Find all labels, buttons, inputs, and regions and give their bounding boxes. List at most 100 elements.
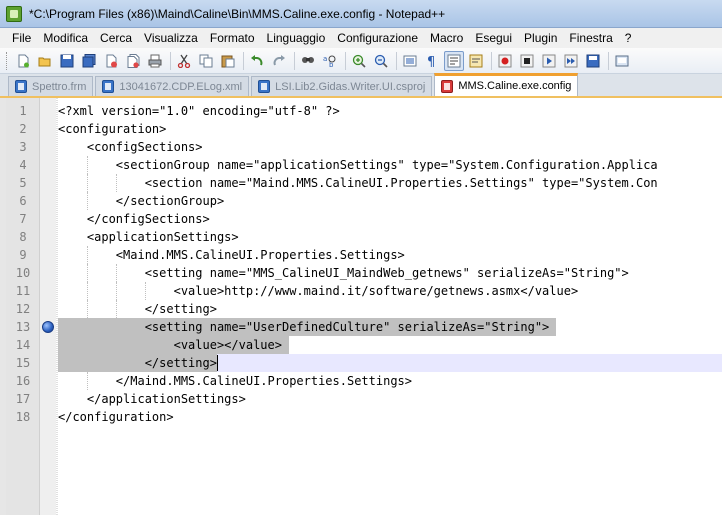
cut-icon[interactable]	[174, 51, 194, 71]
code-line[interactable]: </configuration>	[58, 408, 174, 426]
line-number: 16	[6, 372, 40, 390]
code-line[interactable]: </configSections>	[58, 210, 210, 228]
run-macro-multiple-icon[interactable]	[561, 51, 581, 71]
toolbar-grip[interactable]	[6, 51, 9, 70]
code-line[interactable]: <applicationSettings>	[58, 228, 239, 246]
code-line[interactable]: </applicationSettings>	[58, 390, 246, 408]
line-number: 4	[6, 156, 40, 174]
undo-icon[interactable]	[247, 51, 267, 71]
code-line[interactable]: <value>http://www.maind.it/software/getn…	[58, 282, 579, 300]
code-line[interactable]: <sectionGroup name="applicationSettings"…	[58, 156, 658, 174]
code-line[interactable]: <value></value>	[58, 336, 282, 354]
show-all-chars-icon[interactable]	[466, 51, 486, 71]
record-macro-icon[interactable]	[495, 51, 515, 71]
code-line[interactable]: </Maind.MMS.CalineUI.Properties.Settings…	[58, 372, 412, 390]
tab-label: MMS.Caline.exe.config	[458, 80, 572, 92]
window-title: *C:\Program Files (x86)\Maind\Caline\Bin…	[29, 6, 446, 21]
menu-finestra[interactable]: Finestra	[563, 28, 618, 48]
paste-icon[interactable]	[218, 51, 238, 71]
code-line[interactable]: <setting name="MMS_CalineUI_MaindWeb_get…	[58, 264, 629, 282]
stop-macro-icon[interactable]	[517, 51, 537, 71]
line-number-label: 5	[19, 176, 27, 190]
code-line[interactable]: <configuration>	[58, 120, 166, 138]
play-macro-icon[interactable]	[539, 51, 559, 71]
bookmark-margin[interactable]	[40, 98, 56, 515]
bookmark-icon[interactable]	[42, 321, 54, 333]
line-number: 5	[6, 174, 40, 192]
document-tab-bar: Spettro.frm 13041672.CDP.ELog.xml LSI.Li…	[0, 73, 722, 98]
unsaved-file-icon	[441, 79, 454, 93]
menu-file[interactable]: File	[6, 28, 37, 48]
code-line[interactable]: <setting name="UserDefinedCulture" seria…	[58, 318, 550, 336]
code-line[interactable]: <configSections>	[58, 138, 203, 156]
replace-icon[interactable]: ab	[320, 51, 340, 71]
code-line[interactable]: <?xml version="1.0" encoding="utf-8" ?>	[58, 102, 340, 120]
saved-file-icon	[15, 80, 27, 93]
close-icon[interactable]	[101, 51, 121, 71]
code-line[interactable]: </sectionGroup>	[58, 192, 224, 210]
code-line[interactable]: <section name="Maind.MMS.CalineUI.Proper…	[58, 174, 658, 192]
line-number-label: 2	[19, 122, 27, 136]
line-number: 18	[6, 408, 40, 426]
menu-cerca[interactable]: Cerca	[94, 28, 138, 48]
title-bar: *C:\Program Files (x86)\Maind\Caline\Bin…	[0, 0, 722, 28]
line-number-label: 7	[19, 212, 27, 226]
print-icon[interactable]	[145, 51, 165, 71]
tab-label: 13041672.CDP.ELog.xml	[119, 80, 243, 93]
notepadpp-app-icon[interactable]	[6, 5, 22, 22]
menu-configurazione[interactable]: Configurazione	[331, 28, 424, 48]
open-file-icon[interactable]	[35, 51, 55, 71]
line-number: 6	[6, 192, 40, 210]
launch-icon[interactable]	[612, 51, 632, 71]
menu-formato[interactable]: Formato	[204, 28, 261, 48]
find-icon[interactable]	[298, 51, 318, 71]
code-line[interactable]: </setting>	[58, 300, 217, 318]
line-number-label: 17	[15, 392, 31, 406]
line-number-label: 9	[19, 248, 27, 262]
line-number-label: 18	[15, 410, 31, 424]
line-number-label: 14	[15, 338, 31, 352]
line-number: 1	[6, 102, 40, 120]
menu-visualizza[interactable]: Visualizza	[138, 28, 204, 48]
menu-plugin[interactable]: Plugin	[518, 28, 563, 48]
menu-esegui[interactable]: Esegui	[469, 28, 518, 48]
toolbar: ab ¶	[0, 48, 722, 74]
copy-icon[interactable]	[196, 51, 216, 71]
menu-macro[interactable]: Macro	[424, 28, 469, 48]
tab-mms-caline-config[interactable]: MMS.Caline.exe.config	[434, 73, 579, 96]
line-number: 3	[6, 138, 40, 156]
tab-elog-xml[interactable]: 13041672.CDP.ELog.xml	[95, 76, 250, 96]
line-number-label: 16	[15, 374, 31, 388]
tab-csproj[interactable]: LSI.Lib2.Gidas.Writer.UI.csproj	[251, 76, 433, 96]
line-number-label: 15	[15, 356, 31, 370]
line-number-label: 13	[15, 320, 31, 334]
code-editor[interactable]: 1 <?xml version="1.0" encoding="utf-8" ?>…	[0, 98, 722, 515]
close-all-icon[interactable]	[123, 51, 143, 71]
save-all-icon[interactable]	[79, 51, 99, 71]
menu-help[interactable]: ?	[619, 28, 638, 48]
redo-icon[interactable]	[269, 51, 289, 71]
new-file-icon[interactable]	[13, 51, 33, 71]
tab-spettro-frm[interactable]: Spettro.frm	[8, 76, 94, 96]
save-macro-icon[interactable]	[583, 51, 603, 71]
saved-file-icon	[258, 80, 271, 93]
menu-modifica[interactable]: Modifica	[37, 28, 94, 48]
menu-linguaggio[interactable]: Linguaggio	[261, 28, 332, 48]
line-number: 9	[6, 246, 40, 264]
code-line[interactable]: </setting>	[58, 354, 217, 372]
zoom-in-icon[interactable]	[349, 51, 369, 71]
save-icon[interactable]	[57, 51, 77, 71]
line-number-label: 8	[19, 230, 27, 244]
toolbar-separator	[608, 51, 609, 70]
zoom-out-icon[interactable]	[371, 51, 391, 71]
sync-horizontal-icon[interactable]: ¶	[422, 51, 442, 71]
text-caret	[217, 355, 218, 371]
svg-text:¶: ¶	[427, 55, 435, 68]
line-number-label: 11	[15, 284, 31, 298]
word-wrap-icon[interactable]	[444, 50, 464, 71]
tab-label: LSI.Lib2.Gidas.Writer.UI.csproj	[275, 80, 426, 93]
code-line[interactable]: <Maind.MMS.CalineUI.Properties.Settings>	[58, 246, 405, 264]
line-number-label: 6	[19, 194, 27, 208]
sync-vertical-icon[interactable]	[400, 51, 420, 71]
line-number-label: 12	[15, 302, 31, 316]
